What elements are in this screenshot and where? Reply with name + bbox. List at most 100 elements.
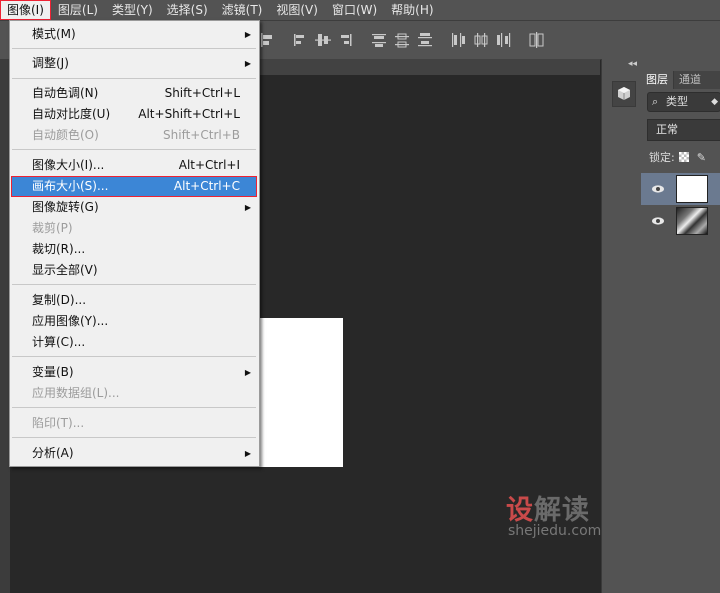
- distribute-top-icon[interactable]: [370, 31, 388, 49]
- watermark-logo-part2: 解读: [534, 495, 590, 526]
- menu-layer[interactable]: 图层(L): [51, 0, 105, 20]
- blend-mode-select[interactable]: 正常: [647, 119, 720, 141]
- menu-item-label: 图像旋转(G): [32, 200, 99, 214]
- menu-item-shortcut: Alt+Ctrl+C: [173, 179, 240, 193]
- submenu-arrow-icon: ▶: [244, 59, 251, 68]
- menu-item-apply-image[interactable]: 应用图像(Y)...: [11, 311, 257, 332]
- menu-item-analysis[interactable]: 分析(A) ▶: [11, 443, 257, 464]
- lock-label: 锁定:: [649, 151, 675, 164]
- menu-divider: [12, 149, 256, 150]
- lock-transparent-pixels-icon[interactable]: [678, 152, 689, 162]
- menu-item-label: 自动对比度(U): [32, 107, 111, 121]
- layer-thumbnail-photo: [676, 207, 708, 235]
- menu-item-shortcut: Alt+Ctrl+I: [178, 158, 240, 172]
- collapsed-panel-dock: ◂◂: [601, 59, 642, 593]
- tab-channels[interactable]: 通道: [673, 71, 706, 89]
- menu-image[interactable]: 图像(I): [0, 0, 51, 20]
- eye-icon[interactable]: [651, 214, 665, 228]
- dropdown-arrow-icon: ◆: [711, 97, 718, 107]
- menu-view[interactable]: 视图(V): [269, 0, 325, 20]
- menu-item-reveal-all[interactable]: 显示全部(V): [11, 260, 257, 281]
- submenu-arrow-icon: ▶: [244, 449, 251, 458]
- menu-select[interactable]: 选择(S): [160, 0, 215, 20]
- menu-item-label: 陷印(T)...: [32, 416, 85, 430]
- menu-type[interactable]: 类型(Y): [105, 0, 160, 20]
- menu-item-shortcut: Shift+Ctrl+B: [163, 128, 240, 142]
- align-bottom-icon[interactable]: [337, 31, 355, 49]
- submenu-arrow-icon: ▶: [244, 203, 251, 212]
- menu-item-auto-color: 自动颜色(O) Shift+Ctrl+B: [11, 125, 257, 146]
- layer-filter-dropdown[interactable]: ⌕ 类型 ◆: [647, 92, 720, 112]
- distribute-horizontal-center-icon[interactable]: [472, 31, 490, 49]
- image-dropdown-menu: 模式(M) ▶ 调整(J) ▶ 自动色调(N) Shift+Ctrl+L 自动对…: [9, 20, 260, 467]
- menu-item-auto-contrast[interactable]: 自动对比度(U) Alt+Shift+Ctrl+L: [11, 104, 257, 125]
- lock-row: 锁定: ✎: [649, 149, 706, 165]
- layer-row[interactable]: [641, 205, 720, 237]
- menu-divider: [12, 284, 256, 285]
- menu-item-label: 模式(M): [32, 27, 76, 41]
- menu-item-variables[interactable]: 变量(B) ▶: [11, 362, 257, 383]
- align-top-icon[interactable]: [291, 31, 309, 49]
- menu-item-shortcut: Shift+Ctrl+L: [164, 86, 240, 100]
- tab-layers[interactable]: 图层: [641, 71, 673, 89]
- menu-item-image-rotation[interactable]: 图像旋转(G) ▶: [11, 197, 257, 218]
- menu-item-auto-tone[interactable]: 自动色调(N) Shift+Ctrl+L: [11, 83, 257, 104]
- lock-image-pixels-icon[interactable]: ✎: [697, 151, 706, 164]
- distribute-bottom-icon[interactable]: [416, 31, 434, 49]
- search-icon: ⌕: [652, 95, 659, 108]
- menu-item-label: 裁切(R)...: [32, 242, 86, 256]
- menu-divider: [12, 356, 256, 357]
- panel-tabs: 图层 通道: [641, 71, 720, 89]
- menu-item-label: 应用数据组(L)...: [32, 386, 120, 400]
- menu-divider: [12, 407, 256, 408]
- document-tab-strip: [258, 59, 600, 75]
- submenu-arrow-icon: ▶: [244, 30, 251, 39]
- menu-window[interactable]: 窗口(W): [325, 0, 384, 20]
- layer-thumbnail-white: [676, 175, 708, 203]
- menu-item-mode[interactable]: 模式(M) ▶: [11, 24, 257, 45]
- eye-icon[interactable]: [651, 182, 665, 196]
- align-distribute-group: [258, 31, 551, 49]
- watermark-logo-part1: 设: [506, 495, 534, 526]
- auto-align-icon[interactable]: [528, 31, 546, 49]
- menu-item-label: 显示全部(V): [32, 263, 98, 277]
- menu-help[interactable]: 帮助(H): [384, 0, 440, 20]
- distribute-vertical-center-icon[interactable]: [393, 31, 411, 49]
- menu-item-label: 自动颜色(O): [32, 128, 99, 142]
- 3d-cube-icon[interactable]: [612, 81, 636, 107]
- filter-label: 类型: [666, 95, 688, 108]
- menu-item-label: 图像大小(I)...: [32, 158, 105, 172]
- menu-item-label: 分析(A): [32, 446, 74, 460]
- align-left-edges-icon[interactable]: [258, 31, 276, 49]
- layers-panel: 图层 通道 ⌕ 类型 ◆ 正常 锁定: ✎: [641, 59, 720, 593]
- layer-row[interactable]: [641, 173, 720, 205]
- watermark-logo: 设解读 shejiedu.com: [506, 488, 601, 539]
- menu-bar: 图像(I) 图层(L) 类型(Y) 选择(S) 滤镜(T) 视图(V) 窗口(W…: [0, 0, 720, 20]
- menu-item-label: 裁剪(P): [32, 221, 73, 235]
- menu-item-label: 计算(C)...: [32, 335, 86, 349]
- menu-item-label: 变量(B): [32, 365, 74, 379]
- menu-item-trap: 陷印(T)...: [11, 413, 257, 434]
- menu-item-label: 调整(J): [32, 56, 69, 70]
- menu-divider: [12, 437, 256, 438]
- menu-item-apply-data-set: 应用数据组(L)...: [11, 383, 257, 404]
- menu-divider: [12, 48, 256, 49]
- menu-item-duplicate[interactable]: 复制(D)...: [11, 290, 257, 311]
- document-canvas[interactable]: [258, 318, 343, 467]
- distribute-left-icon[interactable]: [449, 31, 467, 49]
- menu-item-calculations[interactable]: 计算(C)...: [11, 332, 257, 353]
- menu-item-canvas-size[interactable]: 画布大小(S)... Alt+Ctrl+C: [11, 176, 257, 197]
- menu-item-image-size[interactable]: 图像大小(I)... Alt+Ctrl+I: [11, 155, 257, 176]
- submenu-arrow-icon: ▶: [244, 368, 251, 377]
- menu-filter[interactable]: 滤镜(T): [215, 0, 270, 20]
- menu-item-adjustments[interactable]: 调整(J) ▶: [11, 53, 257, 74]
- collapse-panels-icon[interactable]: ◂◂: [628, 59, 637, 69]
- menu-divider: [12, 78, 256, 79]
- menu-item-trim[interactable]: 裁切(R)...: [11, 239, 257, 260]
- distribute-right-icon[interactable]: [495, 31, 513, 49]
- menu-item-shortcut: Alt+Shift+Ctrl+L: [138, 107, 240, 121]
- align-vertical-center-icon[interactable]: [314, 31, 332, 49]
- menu-item-crop: 裁剪(P): [11, 218, 257, 239]
- menu-item-label: 画布大小(S)...: [32, 179, 109, 193]
- menu-item-label: 复制(D)...: [32, 293, 87, 307]
